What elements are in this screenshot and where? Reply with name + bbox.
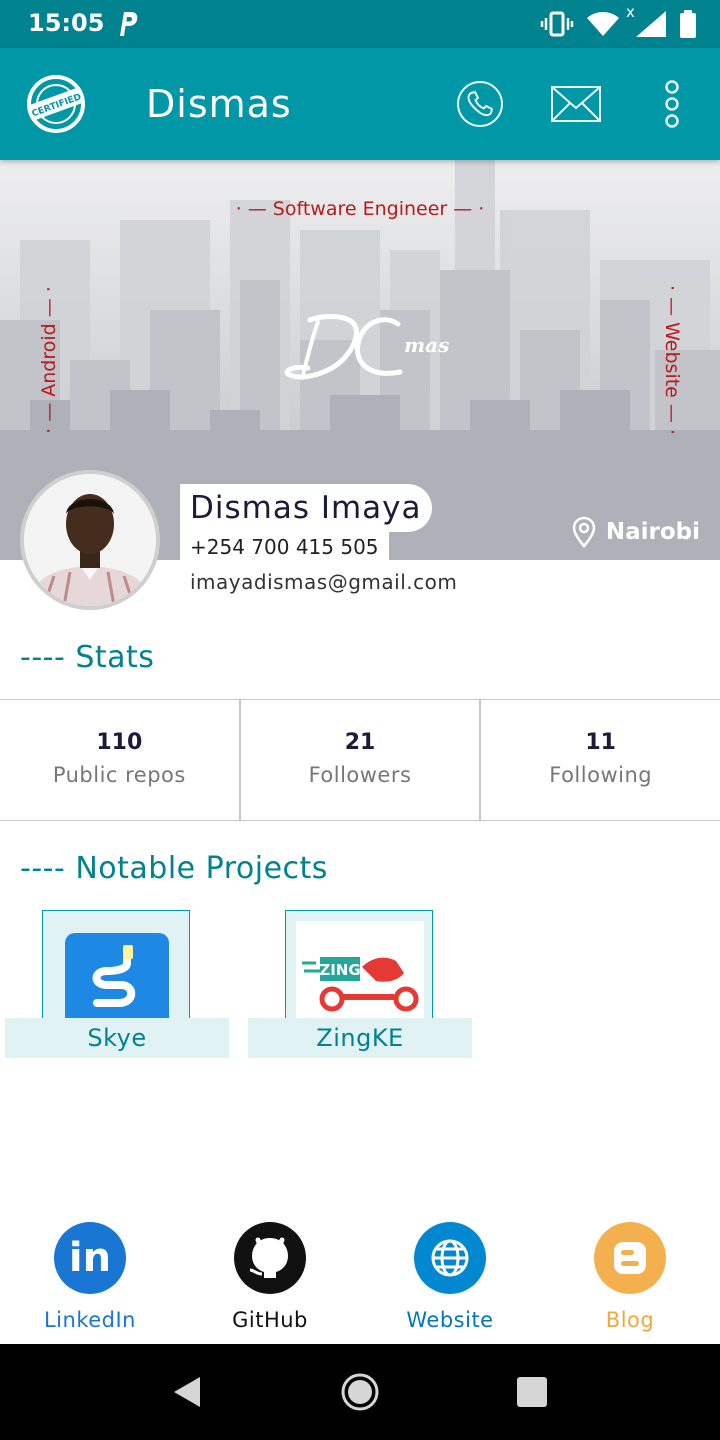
email-button[interactable] [550,78,602,130]
status-icons: x [540,3,696,40]
globe-icon [414,1222,486,1294]
skye-app-icon [65,933,169,1019]
signal-x-label: x [626,3,635,21]
linkedin-icon: in [54,1222,126,1294]
stat-value: 21 [344,730,376,755]
profile-phone[interactable]: +254 700 415 505 [180,532,389,560]
website-link[interactable]: Website [360,1222,540,1332]
stat-label: Following [549,763,653,787]
location-label: Nairobi [605,519,700,545]
overflow-menu-button[interactable] [646,78,698,130]
recents-icon [517,1377,547,1407]
social-label: GitHub [232,1308,308,1332]
social-label: LinkedIn [43,1308,136,1332]
status-time: 15:05 [28,9,105,37]
linkedin-link[interactable]: in LinkedIn [0,1222,180,1332]
project-thumbnail [42,910,190,1020]
banner-android-label: · — Android — · [38,286,60,434]
call-button[interactable] [454,78,506,130]
banner-role-label: · — Software Engineer — · [235,198,485,220]
status-bar: 15:05 x [0,0,720,48]
zing-app-icon: ZING [296,921,424,1019]
stats-grid: 110 Public repos 21 Followers 11 Followi… [0,699,720,821]
parking-icon [120,12,138,36]
location-pin-icon [572,516,596,548]
social-label: Blog [605,1308,655,1332]
banner-website-label: · — Website — · [661,285,683,435]
system-nav-bar [0,1344,720,1440]
dc-logo-suffix: mas [404,333,449,357]
certified-logo-icon[interactable]: CERTIFIED [24,74,88,134]
profile-email[interactable]: imayadismas@gmail.com [190,570,457,594]
stat-label: Followers [308,763,412,787]
vibrate-icon [540,11,574,37]
social-label: Website [406,1308,494,1332]
profile-name: Dismas Imaya [180,484,432,532]
recents-button[interactable] [512,1372,552,1412]
avatar[interactable] [20,470,160,610]
stat-label: Public repos [52,763,186,787]
battery-icon [680,10,696,38]
zing-logo-text: ZING [319,961,360,979]
more-icon [665,80,679,128]
back-button[interactable] [166,1372,206,1412]
back-icon [174,1377,200,1407]
app-title: Dismas [146,82,292,126]
dc-signature-logo: mas [284,314,449,380]
stat-following[interactable]: 11 Following [479,700,720,820]
wifi-icon [587,12,619,36]
signal-icon: x [626,3,668,39]
project-card-zingke[interactable]: ZING ZingKE [248,910,472,1058]
project-name: ZingKE [248,1018,472,1058]
location: Nairobi [572,516,700,548]
blog-link[interactable]: Blog [540,1222,720,1332]
stat-followers[interactable]: 21 Followers [238,700,480,820]
stat-value: 110 [96,730,143,755]
stat-value: 11 [585,730,616,755]
mail-icon [551,86,601,122]
home-button[interactable] [340,1372,380,1412]
projects-section-title: ---- Notable Projects [20,851,328,886]
app-bar: CERTIFIED Dismas [0,48,720,160]
github-icon [234,1222,306,1294]
linkedin-glyph: in [68,1235,112,1281]
project-card-skye[interactable]: Skye [5,910,229,1058]
stat-public-repos[interactable]: 110 Public repos [0,700,239,820]
project-thumbnail: ZING [285,910,433,1020]
phone-icon [457,81,503,127]
stats-section-title: ---- Stats [20,640,155,675]
blogger-icon [594,1222,666,1294]
github-link[interactable]: GitHub [180,1222,360,1332]
profile-photo [24,474,156,606]
home-icon [341,1373,379,1411]
project-name: Skye [5,1018,229,1058]
